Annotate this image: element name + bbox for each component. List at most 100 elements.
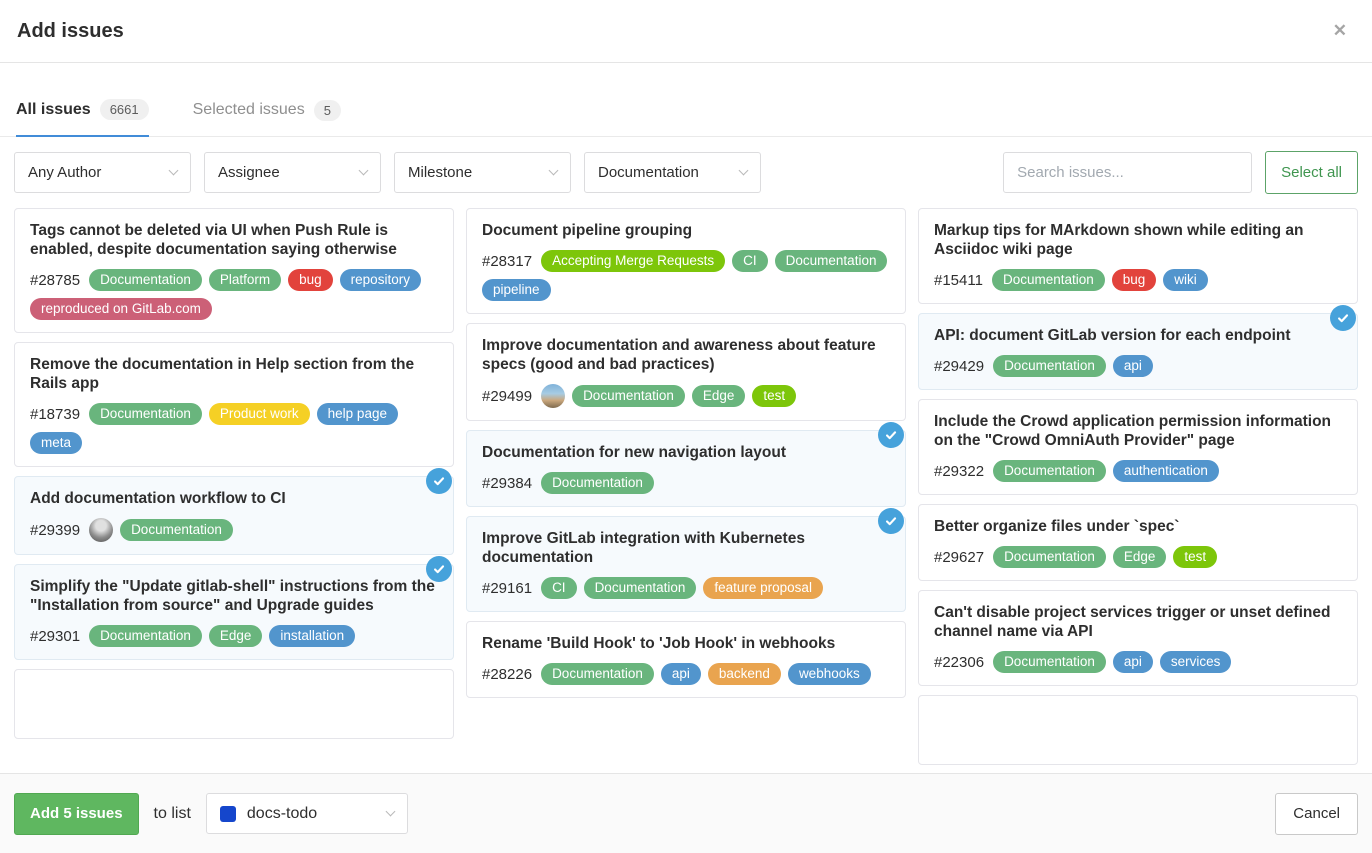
issue-number: #28226 xyxy=(482,666,532,683)
issue-label: backend xyxy=(708,663,781,685)
issue-number: #29429 xyxy=(934,358,984,375)
issue-title: Include the Crowd application permission… xyxy=(934,412,1342,450)
issue-label: api xyxy=(1113,651,1153,673)
issue-label: authentication xyxy=(1113,460,1219,482)
issue-number: #28317 xyxy=(482,253,532,270)
issue-meta-row: #29301DocumentationEdgeinstallation xyxy=(30,625,438,647)
issue-card[interactable]: Simplify the "Update gitlab-shell" instr… xyxy=(14,564,454,660)
tab-count-badge: 6661 xyxy=(100,99,149,120)
issue-meta-row: #29384Documentation xyxy=(482,472,890,494)
issue-meta-row: #28785DocumentationPlatformbugrepository… xyxy=(30,269,438,320)
milestone-filter-dropdown[interactable]: Milestone xyxy=(394,152,571,193)
tab-label: Selected issues xyxy=(193,101,305,119)
issue-title: Add documentation workflow to CI xyxy=(30,489,438,508)
select-all-button[interactable]: Select all xyxy=(1265,151,1358,194)
issue-label: Accepting Merge Requests xyxy=(541,250,725,272)
chevron-down-icon xyxy=(359,166,369,176)
issue-card[interactable]: Include the Crowd application permission… xyxy=(918,399,1358,495)
dropdown-value: Assignee xyxy=(218,164,280,181)
dropdown-value: Documentation xyxy=(598,164,699,181)
issue-label: services xyxy=(1160,651,1232,673)
issue-number: #29627 xyxy=(934,549,984,566)
selected-check-icon xyxy=(426,468,452,494)
issue-label: pipeline xyxy=(482,279,551,301)
chevron-down-icon xyxy=(739,166,749,176)
issue-title: Tags cannot be deleted via UI when Push … xyxy=(30,221,438,259)
issue-card[interactable]: Better organize files under `spec`#29627… xyxy=(918,504,1358,581)
issue-label: Edge xyxy=(692,385,746,407)
author-filter-dropdown[interactable]: Any Author xyxy=(14,152,191,193)
cancel-button[interactable]: Cancel xyxy=(1275,793,1358,835)
issue-number: #29161 xyxy=(482,580,532,597)
issue-label: bug xyxy=(288,269,333,291)
selected-check-icon xyxy=(878,422,904,448)
issue-meta-row: #29627DocumentationEdgetest xyxy=(934,546,1342,568)
issue-label: Documentation xyxy=(89,269,202,291)
issue-card[interactable]: API: document GitLab version for each en… xyxy=(918,313,1358,390)
issue-label: Documentation xyxy=(89,403,202,425)
tab-selected-issues[interactable]: Selected issues 5 xyxy=(193,99,341,136)
selected-check-icon xyxy=(426,556,452,582)
issue-label: CI xyxy=(541,577,577,599)
tab-all-issues[interactable]: All issues 6661 xyxy=(16,99,149,137)
issues-column-2: Document pipeline grouping #28317 Acceptin… xyxy=(466,208,906,773)
dropdown-value: Any Author xyxy=(28,164,101,181)
issue-number: #29301 xyxy=(30,628,80,645)
issue-card[interactable]: Markup tips for MArkdown shown while edi… xyxy=(918,208,1358,304)
issue-label: api xyxy=(1113,355,1153,377)
issue-meta-row: #29399Documentation xyxy=(30,518,438,542)
issue-card[interactable]: Tags cannot be deleted via UI when Push … xyxy=(14,208,454,333)
issue-label: reproduced on GitLab.com xyxy=(30,298,212,320)
issue-title: Document pipeline grouping xyxy=(482,221,890,240)
issue-label: repository xyxy=(340,269,421,291)
issue-title: Can't disable project services trigger o… xyxy=(934,603,1342,641)
issue-card[interactable]: Document pipeline grouping #28317 Acceptin… xyxy=(466,208,906,314)
search-input[interactable] xyxy=(1003,152,1252,193)
issue-title: Rename 'Build Hook' to 'Job Hook' in web… xyxy=(482,634,890,653)
issue-label: Documentation xyxy=(992,269,1105,291)
issue-label: test xyxy=(1173,546,1217,568)
issue-label: bug xyxy=(1112,269,1157,291)
issue-card[interactable]: Documentation for new navigation layout#… xyxy=(466,430,906,507)
issue-card-partial[interactable] xyxy=(918,695,1358,765)
tab-label: All issues xyxy=(16,101,91,119)
list-select-dropdown[interactable]: docs-todo xyxy=(206,793,408,834)
page-title: Add issues xyxy=(17,20,124,43)
issue-label: Documentation xyxy=(572,385,685,407)
issue-card[interactable]: Improve documentation and awareness abou… xyxy=(466,323,906,421)
modal-header: Add issues ✕ xyxy=(0,0,1372,63)
issue-card-partial[interactable] xyxy=(14,669,454,739)
issue-label: Documentation xyxy=(993,460,1106,482)
issue-number: #29322 xyxy=(934,463,984,480)
issue-label: help page xyxy=(317,403,398,425)
issue-meta-row: #28226Documentationapibackendwebhooks xyxy=(482,663,890,685)
issue-card[interactable]: Improve GitLab integration with Kubernet… xyxy=(466,516,906,612)
list-name: docs-todo xyxy=(247,805,317,823)
issue-title: Improve GitLab integration with Kubernet… xyxy=(482,529,890,567)
issue-label: Documentation xyxy=(775,250,888,272)
issues-column-1: Tags cannot be deleted via UI when Push … xyxy=(14,208,454,773)
issue-label: webhooks xyxy=(788,663,871,685)
issue-number: #29399 xyxy=(30,522,80,539)
label-filter-dropdown[interactable]: Documentation xyxy=(584,152,761,193)
list-color-swatch xyxy=(220,806,236,822)
issue-label: CI xyxy=(732,250,768,272)
issue-card[interactable]: Rename 'Build Hook' to 'Job Hook' in web… xyxy=(466,621,906,698)
issue-label: Documentation xyxy=(584,577,697,599)
dropdown-value: Milestone xyxy=(408,164,472,181)
issue-meta-row: #18739DocumentationProduct workhelp page… xyxy=(30,403,438,454)
assignee-filter-dropdown[interactable]: Assignee xyxy=(204,152,381,193)
close-icon[interactable]: ✕ xyxy=(1325,17,1355,45)
issue-card[interactable]: Can't disable project services trigger o… xyxy=(918,590,1358,686)
issue-label: wiki xyxy=(1163,269,1208,291)
modal-footer: Add 5 issues to list docs-todo Cancel xyxy=(0,773,1372,853)
issue-title: API: document GitLab version for each en… xyxy=(934,326,1342,345)
add-issues-button[interactable]: Add 5 issues xyxy=(14,793,139,835)
issue-card[interactable]: Add documentation workflow to CI #29399Do… xyxy=(14,476,454,555)
issue-card[interactable]: Remove the documentation in Help section… xyxy=(14,342,454,467)
issue-number: #29499 xyxy=(482,388,532,405)
issue-meta-row: #29161CIDocumentationfeature proposal xyxy=(482,577,890,599)
issue-title: Simplify the "Update gitlab-shell" instr… xyxy=(30,577,438,615)
issue-label: Edge xyxy=(1113,546,1167,568)
issue-number: #18739 xyxy=(30,406,80,423)
